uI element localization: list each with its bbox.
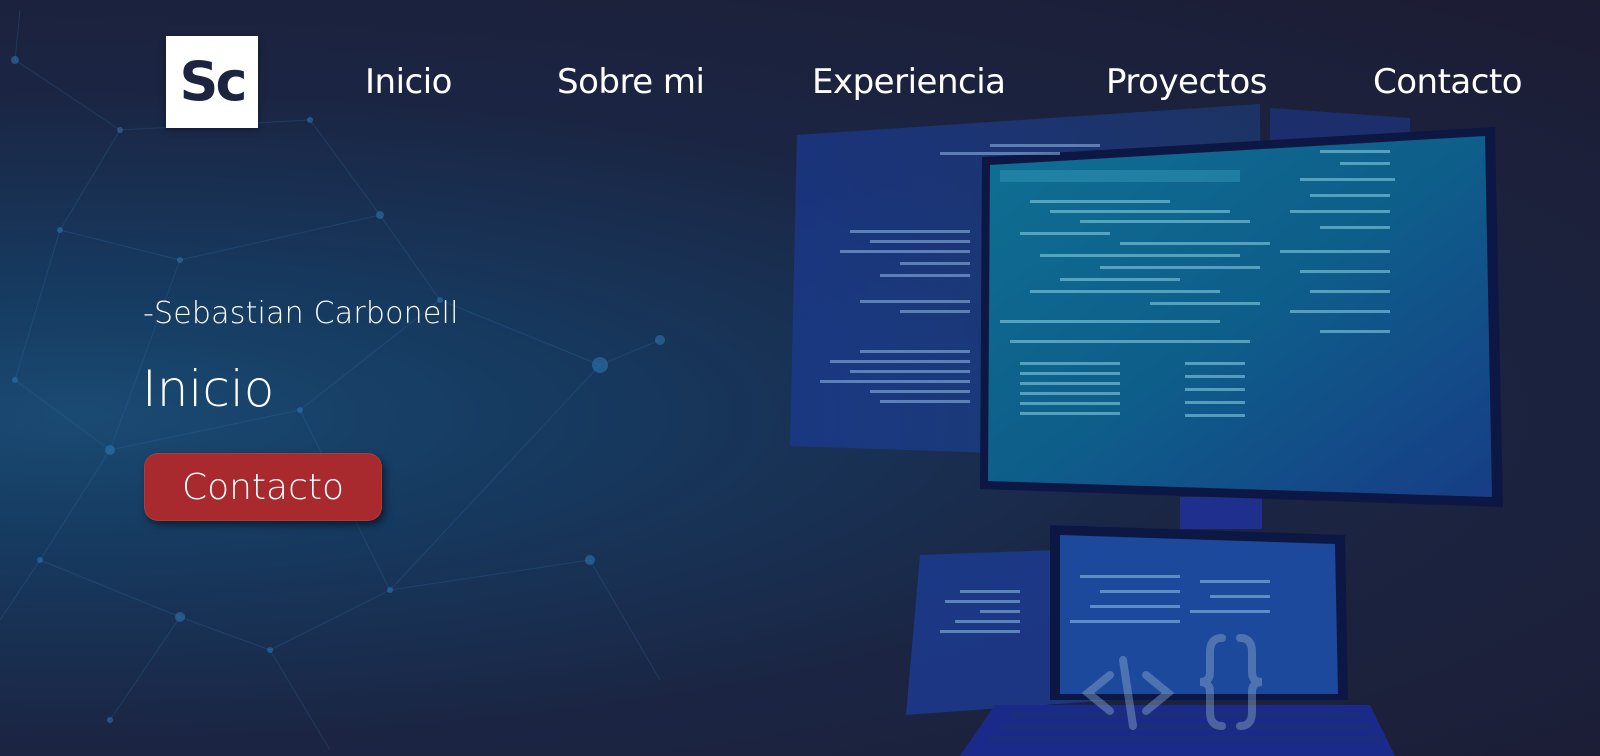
nav-link-sobre-mi[interactable]: Sobre mi	[557, 60, 705, 104]
nav-link-inicio[interactable]: Inicio	[365, 60, 452, 104]
nav-link-contacto[interactable]: Contacto	[1373, 60, 1523, 104]
nav-link-proyectos[interactable]: Proyectos	[1106, 60, 1268, 104]
main-nav: Inicio Sobre mi Experiencia Proyectos Co…	[0, 0, 1600, 170]
contact-button[interactable]: Contacto	[144, 453, 382, 521]
hero-title: Inicio	[142, 360, 275, 418]
hero-subtitle: -Sebastian Carbonell	[143, 296, 459, 331]
nav-link-experiencia[interactable]: Experiencia	[812, 60, 1006, 104]
